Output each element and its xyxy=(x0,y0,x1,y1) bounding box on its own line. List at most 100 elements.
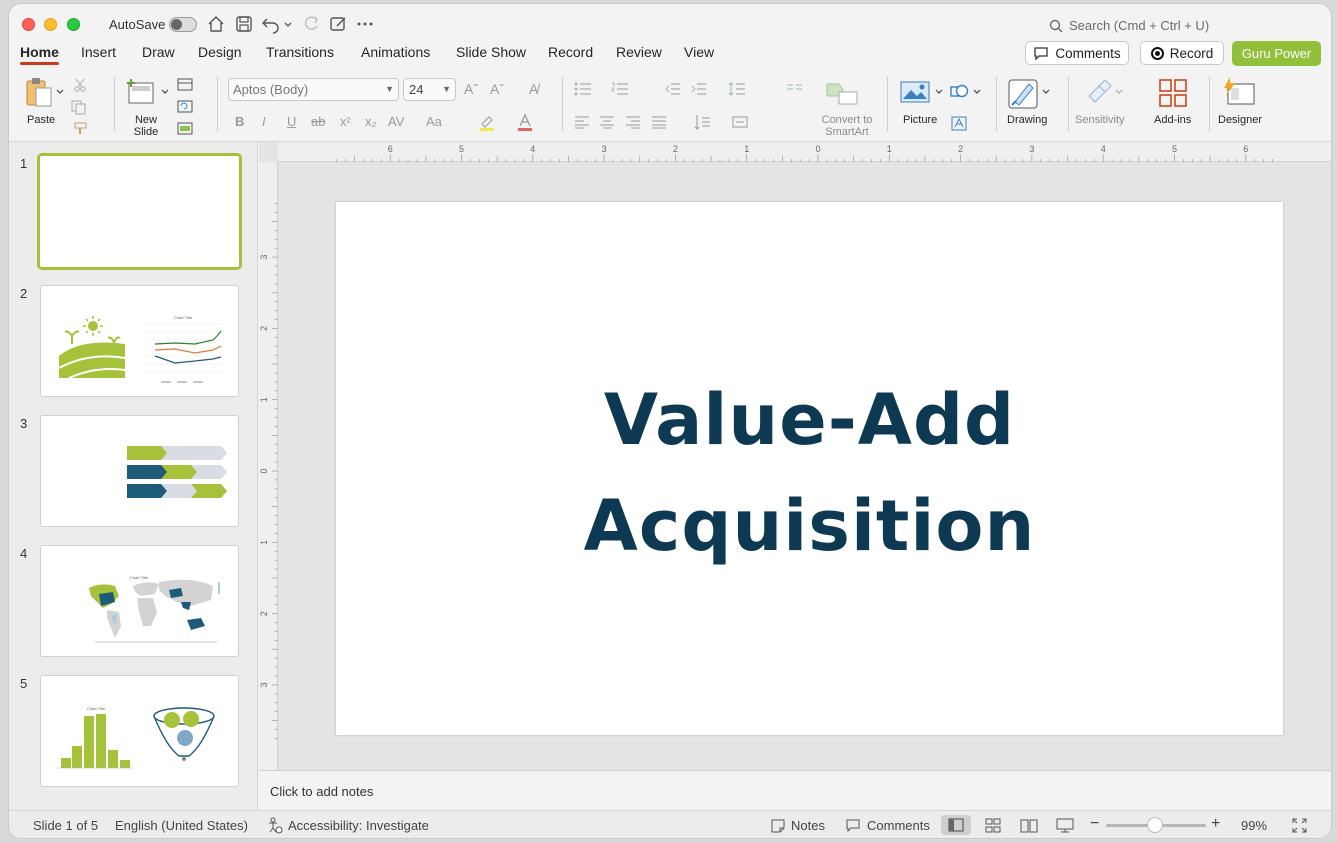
notes-toggle[interactable]: Notes xyxy=(791,818,825,833)
strikethrough-icon[interactable]: ab xyxy=(311,114,325,129)
reset-slide-icon[interactable] xyxy=(177,100,193,113)
slide-sorter-icon[interactable] xyxy=(985,818,1001,833)
zoom-in-icon[interactable]: + xyxy=(1211,815,1220,833)
minimize-window-button[interactable] xyxy=(44,18,57,31)
copy-icon[interactable] xyxy=(71,100,87,115)
shapes-dropdown-icon[interactable] xyxy=(973,88,981,96)
line-spacing-icon[interactable] xyxy=(728,82,746,96)
slideshow-view-icon[interactable] xyxy=(1056,818,1074,833)
smartart-icon[interactable] xyxy=(825,80,859,106)
guru-power-button[interactable]: Guru Power xyxy=(1232,41,1321,66)
tab-insert[interactable]: Insert xyxy=(81,44,116,60)
paste-icon[interactable] xyxy=(24,76,54,108)
notes-icon[interactable] xyxy=(770,818,786,833)
character-spacing-icon[interactable]: AV xyxy=(388,114,404,129)
reading-view-icon[interactable] xyxy=(1020,818,1038,833)
notes-pane[interactable]: Click to add notes xyxy=(259,770,1331,810)
tab-review[interactable]: Review xyxy=(616,44,662,60)
cut-icon[interactable] xyxy=(73,78,87,92)
shapes-icon[interactable] xyxy=(950,82,970,100)
addins-icon[interactable] xyxy=(1158,78,1188,108)
slide-thumbnail-3[interactable] xyxy=(40,415,239,527)
close-window-button[interactable] xyxy=(22,18,35,31)
zoom-slider-handle[interactable] xyxy=(1147,817,1163,833)
comments-toggle[interactable]: Comments xyxy=(867,818,930,833)
justify-icon[interactable] xyxy=(651,116,667,129)
numbering-icon[interactable] xyxy=(611,82,629,96)
font-name-select[interactable]: Aptos (Body) ▼ xyxy=(228,78,399,101)
clear-formatting-icon[interactable]: A̸ xyxy=(529,81,538,97)
new-slide-dropdown-icon[interactable] xyxy=(161,88,169,96)
comments-button[interactable]: Comments xyxy=(1025,41,1129,65)
tab-view[interactable]: View xyxy=(684,44,714,60)
present-icon[interactable] xyxy=(328,14,348,34)
layout-icon[interactable] xyxy=(177,78,193,91)
sensitivity-label[interactable]: Sensitivity xyxy=(1075,114,1125,126)
italic-icon[interactable]: I xyxy=(262,114,266,129)
bullets-icon[interactable] xyxy=(574,82,592,96)
tab-transitions[interactable]: Transitions xyxy=(266,44,334,60)
highlight-icon[interactable] xyxy=(478,113,496,131)
sensitivity-icon[interactable] xyxy=(1085,76,1115,106)
convert-smartart-label[interactable]: Convert to SmartArt xyxy=(815,114,879,138)
font-color-icon[interactable] xyxy=(516,113,534,131)
new-slide-icon[interactable] xyxy=(126,78,156,106)
slide-thumbnail-2[interactable]: Chart Title xyxy=(40,285,239,397)
accessibility-icon[interactable] xyxy=(266,817,283,834)
slide-editor[interactable]: 6 5 4 3 2 1 0 1 2 3 4 5 6 3 2 1 0 1 2 3 Value-Add Acquisit… xyxy=(259,142,1331,770)
picture-icon[interactable] xyxy=(900,80,930,104)
zoom-level[interactable]: 99% xyxy=(1241,818,1267,833)
tab-design[interactable]: Design xyxy=(198,44,242,60)
tab-record[interactable]: Record xyxy=(548,44,593,60)
more-icon[interactable] xyxy=(355,14,375,34)
superscript-icon[interactable]: x² xyxy=(340,114,351,129)
slide-thumbnails-pane[interactable]: 1 2 Chart Title 3 4 Chart Title 5 Chart … xyxy=(9,142,258,810)
columns-icon[interactable] xyxy=(786,82,804,96)
search-field[interactable]: Search (Cmd + Ctrl + U) xyxy=(1049,18,1209,33)
redo-icon[interactable] xyxy=(301,14,321,34)
undo-icon[interactable] xyxy=(261,14,281,34)
paste-dropdown-icon[interactable] xyxy=(56,88,64,96)
slide-canvas[interactable]: Value-Add Acquisition xyxy=(336,202,1283,735)
slide-thumbnail-4[interactable]: Chart Title xyxy=(40,545,239,657)
tab-slide-show[interactable]: Slide Show xyxy=(456,44,526,60)
home-icon[interactable] xyxy=(206,14,226,34)
tab-animations[interactable]: Animations xyxy=(361,44,430,60)
format-painter-icon[interactable] xyxy=(73,122,89,136)
align-text-icon[interactable] xyxy=(732,114,750,130)
decrease-indent-icon[interactable] xyxy=(665,82,681,96)
increase-indent-icon[interactable] xyxy=(691,82,707,96)
bold-icon[interactable]: B xyxy=(235,114,244,129)
comment-icon[interactable] xyxy=(845,818,861,833)
slide-thumbnail-5[interactable]: Chart Title xyxy=(40,675,239,787)
record-button[interactable]: Record xyxy=(1140,41,1224,65)
language-status[interactable]: English (United States) xyxy=(115,818,248,833)
tab-draw[interactable]: Draw xyxy=(142,44,175,60)
save-icon[interactable] xyxy=(234,14,254,34)
autosave-toggle[interactable] xyxy=(169,17,197,32)
subscript-icon[interactable]: x₂ xyxy=(365,114,377,129)
designer-icon[interactable] xyxy=(1222,76,1256,108)
underline-icon[interactable]: U xyxy=(287,114,296,129)
fit-to-window-icon[interactable] xyxy=(1292,818,1307,833)
section-icon[interactable] xyxy=(177,122,193,135)
zoom-out-icon[interactable]: − xyxy=(1090,815,1099,833)
drawing-dropdown-icon[interactable] xyxy=(1042,88,1050,96)
align-left-icon[interactable] xyxy=(574,116,590,129)
text-direction-icon[interactable] xyxy=(694,114,712,130)
change-case-icon[interactable]: Aa xyxy=(426,114,442,129)
textbox-icon[interactable] xyxy=(951,116,967,131)
slide-title[interactable]: Value-Add Acquisition xyxy=(336,367,1283,579)
align-right-icon[interactable] xyxy=(625,116,641,129)
undo-dropdown-icon[interactable] xyxy=(283,14,293,34)
picture-dropdown-icon[interactable] xyxy=(935,88,943,96)
sensitivity-dropdown-icon[interactable] xyxy=(1115,88,1123,96)
accessibility-status[interactable]: Accessibility: Investigate xyxy=(288,818,429,833)
font-size-select[interactable]: 24 ▼ xyxy=(403,78,456,101)
decrease-font-icon[interactable]: Aˇ xyxy=(490,81,504,97)
normal-view-button[interactable] xyxy=(941,815,971,835)
zoom-window-button[interactable] xyxy=(67,18,80,31)
increase-font-icon[interactable]: Aˆ xyxy=(464,81,478,97)
drawing-icon[interactable] xyxy=(1007,78,1039,110)
align-center-icon[interactable] xyxy=(599,116,615,129)
